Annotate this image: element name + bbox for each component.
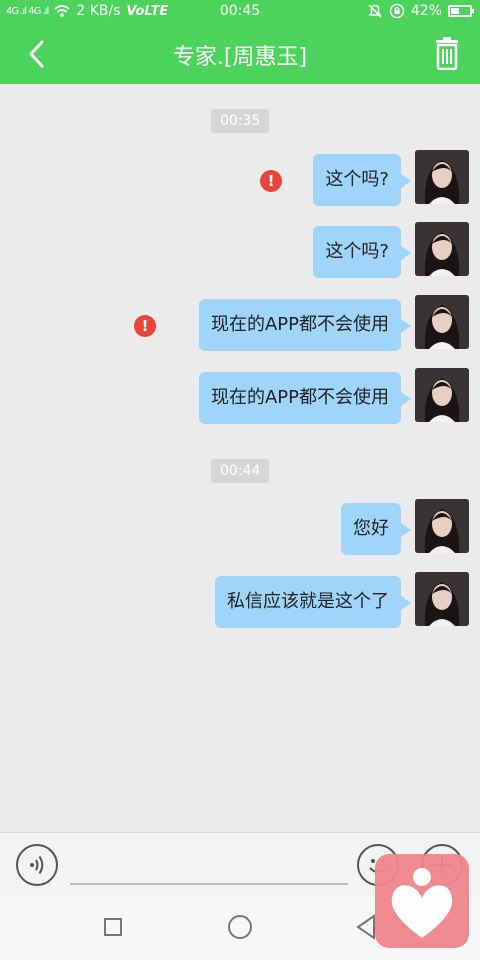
avatar-image: [415, 368, 469, 422]
recents-square-icon[interactable]: [104, 918, 122, 936]
heart-person-icon: [391, 868, 453, 938]
battery-icon: [448, 5, 474, 17]
message-bubble[interactable]: 现在的APP都不会使用: [198, 299, 412, 351]
page-title: 专家.[周惠玉]: [172, 45, 308, 70]
message-row: ! 这个吗?: [0, 150, 480, 206]
send-failed-icon[interactable]: !: [134, 315, 156, 337]
timestamp-chip: 00:44: [211, 459, 270, 483]
message-bubble[interactable]: 这个吗?: [313, 226, 411, 278]
message-row: 私信应该就是这个了: [0, 572, 480, 628]
rotation-lock-icon: [389, 3, 405, 19]
avatar[interactable]: [415, 150, 469, 204]
message-bubble[interactable]: 这个吗?: [313, 154, 411, 206]
home-circle-icon[interactable]: [228, 915, 252, 939]
trash-icon: [436, 37, 458, 71]
voice-icon: [30, 855, 44, 875]
chat-header: 专家.[周惠玉]: [0, 24, 480, 84]
voice-button[interactable]: [16, 844, 58, 886]
message-row: 这个吗?: [0, 222, 480, 278]
message-row: 您好: [0, 499, 480, 555]
message-input[interactable]: [70, 845, 348, 885]
avatar[interactable]: [415, 222, 469, 276]
avatar-image: [415, 499, 469, 553]
back-triangle-icon[interactable]: [356, 914, 376, 940]
timestamp-chip: 00:35: [211, 109, 270, 133]
avatar-image: [415, 150, 469, 204]
avatar[interactable]: [415, 499, 469, 553]
message-bubble[interactable]: 您好: [341, 503, 411, 555]
battery-level: [451, 8, 459, 14]
floating-heart-widget[interactable]: [375, 854, 469, 948]
avatar-image: [415, 295, 469, 349]
avatar[interactable]: [415, 295, 469, 349]
status-right: 42%: [367, 3, 474, 19]
send-failed-icon[interactable]: !: [260, 170, 282, 192]
message-row: 现在的APP都不会使用: [0, 368, 480, 424]
delete-button[interactable]: [432, 36, 462, 71]
avatar-image: [415, 222, 469, 276]
battery-percent: 42%: [410, 3, 442, 19]
message-bubble[interactable]: 现在的APP都不会使用: [198, 372, 412, 424]
alarm-off-icon: [368, 4, 382, 18]
status-bar: 4G .ıl 4G .ıl 2 KB/s VoLTE 00:45 42%: [0, 0, 480, 24]
message-bubble[interactable]: 私信应该就是这个了: [215, 576, 411, 628]
avatar-image: [415, 572, 469, 626]
message-row: ! 现在的APP都不会使用: [0, 295, 480, 351]
avatar[interactable]: [415, 368, 469, 422]
avatar[interactable]: [415, 572, 469, 626]
